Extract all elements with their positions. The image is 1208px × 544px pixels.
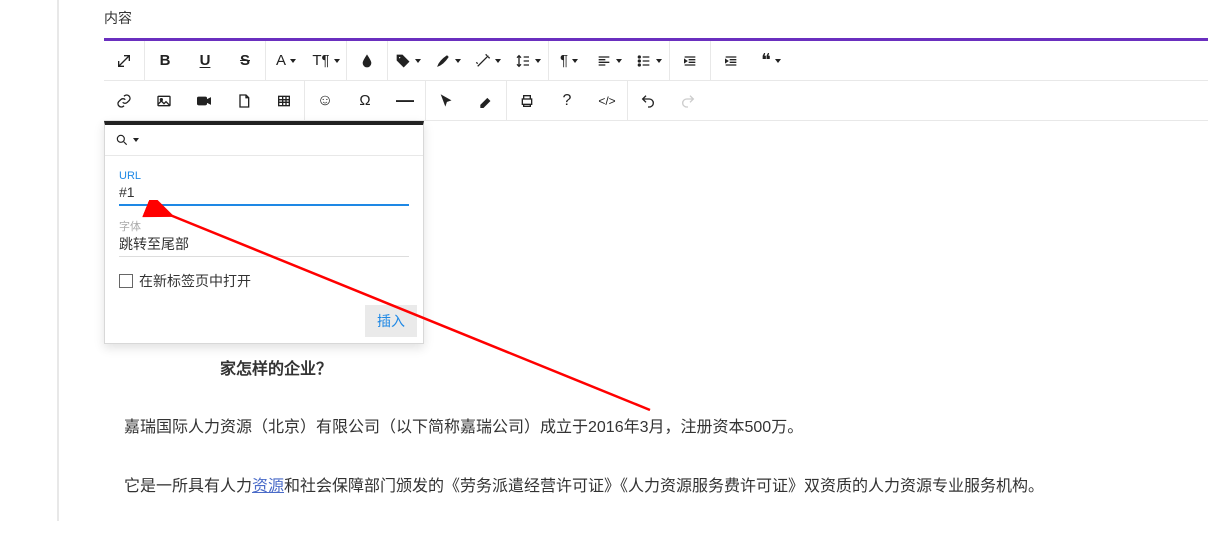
video-button[interactable] <box>184 81 224 121</box>
open-new-tab-row[interactable]: 在新标签页中打开 <box>119 271 409 291</box>
align-button[interactable] <box>589 41 629 81</box>
link-button[interactable] <box>104 81 144 121</box>
indent-button[interactable] <box>711 41 751 81</box>
image-button[interactable] <box>144 81 184 121</box>
toolbar-row-2: ☺ Ω — ? </> <box>104 81 1208 121</box>
brush-button[interactable] <box>428 41 468 81</box>
help-button[interactable]: ? <box>547 81 587 121</box>
left-border <box>57 0 59 521</box>
checkbox-icon[interactable] <box>119 274 133 288</box>
underline-button[interactable]: U <box>185 41 225 81</box>
tag-button[interactable] <box>388 41 428 81</box>
strike-button[interactable]: S <box>225 41 265 81</box>
search-icon[interactable] <box>115 133 139 147</box>
editor-container: 内容 B U S A T¶ ¶ <box>104 0 1208 544</box>
emoji-button[interactable]: ☺ <box>305 81 345 121</box>
hr-button[interactable]: — <box>385 81 425 121</box>
editor-body[interactable]: URL 字体 在新标签页中打开 插入 嘉瑞国际是一家怎样的企业？ 嘉瑞国际人力资… <box>104 121 1208 544</box>
text-label: 字体 <box>119 218 409 234</box>
table-button[interactable] <box>264 81 304 121</box>
outdent-button[interactable] <box>670 41 710 81</box>
bold-button[interactable]: B <box>145 41 185 81</box>
resource-link[interactable]: 资源 <box>252 478 284 495</box>
print-button[interactable] <box>507 81 547 121</box>
code-view-button[interactable]: </> <box>587 81 627 121</box>
list-button[interactable] <box>629 41 669 81</box>
content-area[interactable]: 嘉瑞国际是一家怎样的企业？ 嘉瑞国际人力资源（北京）有限公司（以下简称嘉瑞公司）… <box>118 355 1194 502</box>
link-popup: URL 字体 在新标签页中打开 插入 <box>104 121 424 344</box>
file-button[interactable] <box>224 81 264 121</box>
url-input[interactable] <box>119 182 409 206</box>
paragraph-format-button[interactable]: T¶ <box>306 41 346 81</box>
line-height-button[interactable] <box>508 41 548 81</box>
section-label: 内容 <box>104 0 1208 38</box>
content-paragraph-1: 嘉瑞国际人力资源（北京）有限公司（以下简称嘉瑞公司）成立于2016年3月，注册资… <box>124 413 1194 443</box>
quote-button[interactable]: ❝ <box>751 41 791 81</box>
select-button[interactable] <box>426 81 466 121</box>
font-color-button[interactable]: A <box>266 41 306 81</box>
url-label: URL <box>119 170 409 182</box>
paragraph-direction-button[interactable]: ¶ <box>549 41 589 81</box>
content-heading: 嘉瑞国际是一家怎样的企业？ <box>124 355 1194 385</box>
popup-header <box>105 125 423 156</box>
clear-format-button[interactable] <box>466 81 506 121</box>
insert-button[interactable]: 插入 <box>365 305 417 337</box>
fullscreen-button[interactable] <box>104 41 144 81</box>
special-char-button[interactable]: Ω <box>345 81 385 121</box>
content-paragraph-2: 它是一所具有人力资源和社会保障部门颁发的《劳务派遣经营许可证》《人力资源服务费许… <box>124 472 1194 502</box>
undo-button[interactable] <box>628 81 668 121</box>
toolbar-row-1: B U S A T¶ ¶ <box>104 41 1208 81</box>
background-color-button[interactable] <box>347 41 387 81</box>
wand-button[interactable] <box>468 41 508 81</box>
redo-button[interactable] <box>668 81 708 121</box>
open-new-tab-label: 在新标签页中打开 <box>139 271 251 291</box>
text-input[interactable] <box>119 234 409 257</box>
